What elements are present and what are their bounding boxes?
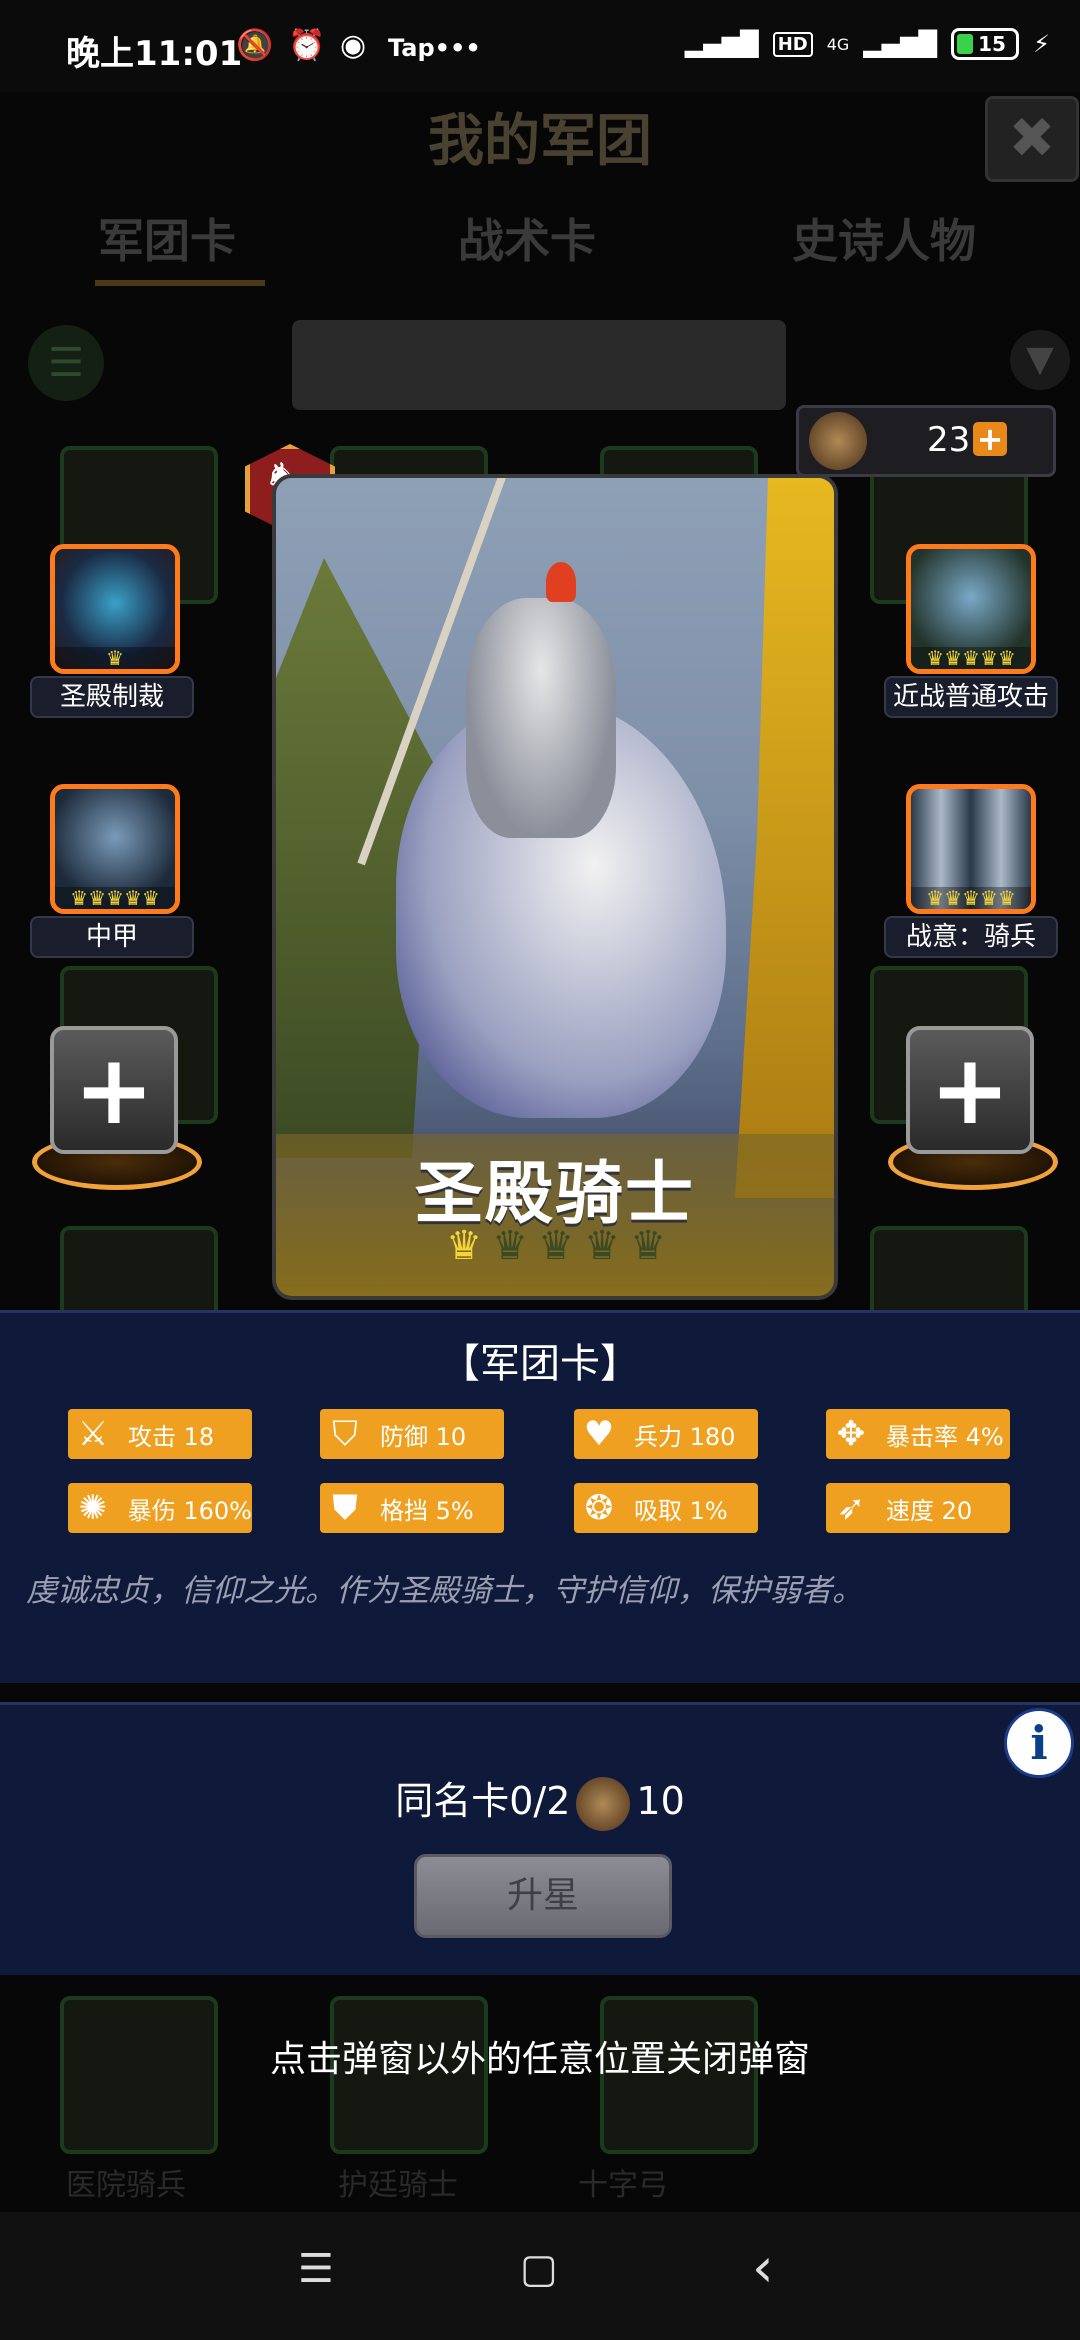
stat-crit-rate: ✥ 暴击率 4% [826,1409,1010,1459]
stat-attack: ⚔ 攻击 18 [68,1409,252,1459]
eagle-emblem-icon [576,1776,631,1831]
add-skill-button[interactable]: + [50,1026,178,1154]
currency-value: 23 [927,420,971,460]
stat-block: ⛊ 格挡 5% [320,1483,504,1533]
tab-epic-hero[interactable]: 史诗人物 [792,205,976,271]
bell-muted-icon: 🔕 [236,28,274,63]
charging-icon: ⚡ [1033,30,1050,58]
duplicate-card-count: 同名卡0/2 10 [0,1770,1080,1831]
signal-icon: ▂▄▆█ [684,30,759,58]
tab-bar: 军团卡 战术卡 史诗人物 [0,205,1080,285]
crit-icon: ✥ [836,1414,866,1454]
bg-card-label: 医院骑兵 [66,2168,186,2203]
bg-card-label: 护廷骑士 [338,2168,458,2203]
tap-notification: Tap••• [388,34,481,62]
skill-slot-temple-judgement[interactable]: ♛ [50,544,180,674]
stat-drain: ❂ 吸取 1% [574,1483,758,1533]
plus-icon: + [73,1034,155,1146]
home-icon[interactable]: ▢ [520,2246,558,2292]
burst-icon: ✺ [78,1488,108,1528]
status-time: 晚上11:01 [66,34,243,74]
currency-display: 23 + [796,405,1056,477]
stat-troops: ♥ 兵力 180 [574,1409,758,1459]
tab-legion-card[interactable]: 军团卡 [98,205,236,271]
skill-slot-medium-armor[interactable]: ♛♛♛♛♛ [50,784,180,914]
search-input[interactable] [292,320,786,410]
plume-art [546,562,576,602]
add-skill-button[interactable]: + [906,1026,1034,1154]
stat-defense: ⛉ 防御 10 [320,1409,504,1459]
skill-label: 圣殿制裁 [30,676,194,718]
system-nav-bar: ☰ ▢ ‹ [0,2212,1080,2340]
crown-icon: ♛ [584,1223,620,1269]
knight-art [466,598,616,838]
crown-icon: ♛ [630,1223,666,1269]
shield-icon: ⛉ [332,1414,358,1454]
skill-label: 近战普通攻击 [884,676,1058,718]
tab-underline [95,280,265,286]
add-currency-button[interactable]: + [973,422,1007,456]
card-type-title: 【军团卡】 [440,1341,640,1387]
plus-icon: + [929,1034,1011,1146]
page-title: 我的军团 [428,109,652,174]
stat-crit-damage: ✺ 暴伤 160% [68,1483,252,1533]
filter-icon[interactable]: ▼ [1010,330,1070,390]
crown-icon: ♛ [492,1223,528,1269]
network-label: 4G [826,34,850,54]
menu-icon[interactable]: ☰ [298,2246,334,2292]
skill-slot-cavalry-spirit[interactable]: ♛♛♛♛♛ [906,784,1036,914]
card-description: 虔诚忠贞，信仰之光。作为圣殿骑士，守护信仰，保护弱者。 [26,1573,863,1609]
battery-icon: 15 [951,28,1020,60]
crown-icon: ♛ [446,1223,482,1269]
skill-slot-melee-attack[interactable]: ♛♛♛♛♛ [906,544,1036,674]
unit-card: 圣殿骑士 ♛ ♛ ♛ ♛ ♛ [272,474,838,1300]
stat-speed: ➶ 速度 20 [826,1483,1010,1533]
tab-tactic-card[interactable]: 战术卡 [458,205,596,271]
skill-label: 战意：骑兵 [884,916,1058,958]
block-icon: ⛊ [332,1488,358,1528]
eagle-emblem-icon [809,412,867,470]
boot-icon: ➶ [836,1488,866,1528]
skill-label: 中甲 [30,916,194,958]
tree-art [735,478,834,1198]
list-icon[interactable]: ☰ [28,325,104,401]
card-info-panel: 【军团卡】 ⚔ 攻击 18 ⛉ 防御 10 ♥ 兵力 180 ✥ 暴击率 4% ✺ 暴伤 … [0,1310,1080,1683]
hd-badge: HD [772,31,813,57]
close-button[interactable]: ✖ [985,96,1079,182]
sword-icon: ⚔ [77,1414,109,1454]
star-up-button[interactable]: 升星 [414,1854,672,1938]
alarm-icon: ⏰ [288,28,326,63]
bg-card-label: 十字弓 [578,2168,668,2203]
signal-icon-2: ▂▄▆█ [863,30,938,58]
status-right: ▂▄▆█ HD 4G ▂▄▆█ 15 ⚡ [685,28,1050,60]
star-rating: ♛ ♛ ♛ ♛ ♛ [442,1226,670,1266]
crown-icon: ♛ [538,1223,574,1269]
info-button[interactable]: i [1004,1708,1074,1778]
heart-icon: ♥ [583,1414,615,1454]
drain-icon: ❂ [584,1488,614,1528]
star-up-cost: 10 [636,1779,685,1823]
back-icon[interactable]: ‹ [752,2236,774,2299]
app-icon: ◉ [340,28,367,63]
status-bar: 晚上11:01 🔕 ⏰ ◉ Tap••• ▂▄▆█ HD 4G ▂▄▆█ 15 … [0,0,1080,92]
close-hint: 点击弹窗以外的任意位置关闭弹窗 [269,2039,810,2080]
